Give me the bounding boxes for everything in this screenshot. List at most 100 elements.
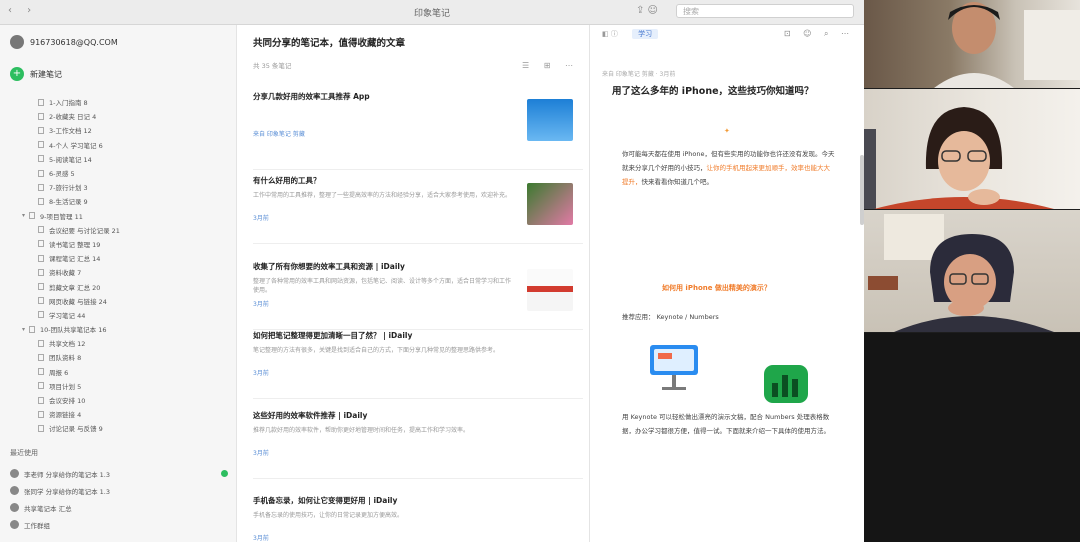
sidebar-notebook-item[interactable]: 讨论记录 与反馈 9: [0, 421, 236, 435]
recent-item[interactable]: 张同学 分享给你的笔记本 1.3: [10, 482, 234, 499]
note-card-meta: 3月前: [253, 370, 269, 377]
note-thumbnail: [527, 183, 573, 225]
view-options-icon[interactable]: ☰ ⊞ ⋯: [522, 61, 579, 70]
note-source: 推荐应用： Keynote / Numbers: [622, 313, 719, 321]
note-card-meta: 3月前: [253, 450, 269, 457]
notebook-label: 5-阅读笔记 14: [49, 155, 92, 164]
notebook-icon: [38, 339, 44, 347]
note-card[interactable]: 如何把笔记整理得更加清晰一目了然？ | iDaily 笔记整理的方法有很多，关键是…: [253, 330, 583, 399]
notebook-label: 4-个人 学习笔记 6: [49, 141, 103, 150]
sidebar-notebook-item[interactable]: 8-生活记录 9: [0, 194, 236, 208]
note-title[interactable]: 用了这么多年的 iPhone，这些技巧你知道吗？: [612, 83, 838, 100]
notebook-label: 10-团队共享笔记本 16: [40, 326, 107, 335]
notebook-icon: [38, 155, 44, 163]
notebook-label: 9-项目管理 11: [40, 212, 83, 221]
recent-label: 李老师 分享给你的笔记本 1.3: [24, 470, 110, 479]
sidebar-notebook-item[interactable]: 周报 6: [0, 365, 236, 379]
note-card[interactable]: 收集了所有你想要的效率工具和资源 | iDaily 整理了各种常用的效率工具和网站…: [253, 261, 583, 330]
note-card[interactable]: 手机备忘录，如何让它变得更好用 | iDaily 手机备忘录的使用技巧，让你的日常…: [253, 495, 583, 542]
sidebar-notebook-item[interactable]: 项目计划 5: [0, 379, 236, 393]
note-paragraph-2[interactable]: 用 Keynote 可以轻松做出漂亮的演示文稿，配合 Numbers 处理表格数…: [622, 410, 836, 438]
note-card-snippet: 手机备忘录的使用技巧，让你的日常记录更加方便高效。: [253, 512, 404, 519]
note-paragraph[interactable]: 你可能每天都在使用 iPhone，但有些实用的功能你也许还没有发现。今天就来分享…: [622, 147, 836, 189]
notebook-icon: [38, 226, 44, 234]
note-card-title: 如何把笔记整理得更加清晰一目了然？ | iDaily: [253, 331, 413, 340]
note-list-title: 共同分享的笔记本，值得收藏的文章: [253, 38, 406, 49]
notebook-icon: [38, 297, 44, 305]
note-thumbnail: [527, 99, 573, 141]
video-tile-participant-2: [864, 89, 1080, 209]
recent-item[interactable]: 共享笔记本 汇总: [10, 499, 234, 516]
notebook-label: 8-生活记录 9: [49, 198, 88, 207]
star-icon: ✦: [724, 127, 730, 135]
note-thumbnail: [527, 269, 573, 311]
notebook-label: 剪藏文章 汇总 20: [49, 283, 101, 292]
recent-label: 张同学 分享给你的笔记本 1.3: [24, 487, 110, 496]
sidebar-notebook-item[interactable]: 5-阅读笔记 14: [0, 152, 236, 166]
note-card[interactable]: 分享几款好用的效率工具推荐 App 来自 印象笔记 剪藏: [253, 91, 583, 170]
notebook-selector[interactable]: 学习: [632, 29, 659, 39]
note-card-title: 手机备忘录，如何让它变得更好用 | iDaily: [253, 496, 398, 505]
notebook-icon: [38, 98, 44, 106]
sidebar-notebook-item[interactable]: 4-个人 学习笔记 6: [0, 138, 236, 152]
note-link[interactable]: 如何用 iPhone 做出精美的演示？: [662, 283, 771, 293]
para-text-end: 快来看看你知道几个吧。: [641, 178, 714, 186]
notebook-label: 讨论记录 与反馈 9: [49, 425, 103, 434]
sidebar-notebook-item[interactable]: 6-灵感 5: [0, 166, 236, 180]
new-note-button[interactable]: + 新建笔记: [10, 67, 62, 81]
expand-arrow-icon[interactable]: ▾: [22, 212, 25, 219]
title-bar: ‹ › 印象笔记 ⇪ ☺ 搜索: [0, 0, 864, 25]
sidebar-notebook-item[interactable]: 共享文档 12: [0, 336, 236, 350]
sidebar-notebook-item[interactable]: ▾ 10-团队共享笔记本 16: [0, 322, 236, 336]
notebook-label: 项目计划 5: [49, 382, 82, 391]
note-card[interactable]: 有什么好用的工具？ 工作中常用的工具推荐，整理了一些提高效率的方法和经验分享，适合…: [253, 175, 583, 244]
note-count: 共 35 条笔记: [253, 62, 292, 70]
user-avatar-icon: [10, 486, 19, 495]
online-status-icon: [221, 470, 228, 477]
notebook-icon: [38, 169, 44, 177]
video-tile-participant-3: [864, 210, 1080, 332]
notebook-icon[interactable]: ◧ ⓘ: [602, 30, 618, 38]
sidebar-notebook-item[interactable]: 学习笔记 44: [0, 308, 236, 322]
note-card-snippet: 推荐几款好用的效率软件，帮助你更好地管理时间和任务，提高工作和学习效率。: [253, 427, 470, 434]
search-input[interactable]: 搜索: [676, 4, 854, 18]
recent-item[interactable]: 李老师 分享给你的笔记本 1.3: [10, 465, 234, 482]
note-meta: 来自 印象笔记 剪藏 · 3月前: [602, 71, 676, 78]
sidebar-notebook-item[interactable]: 资源链接 4: [0, 407, 236, 421]
sidebar-notebook-item[interactable]: 课程笔记 汇总 14: [0, 251, 236, 265]
recent-list: 李老师 分享给你的笔记本 1.3 张同学 分享给你的笔记本 1.3 共享笔记本 汇总…: [10, 465, 234, 533]
sidebar-notebook-item[interactable]: 3-工作文档 12: [0, 123, 236, 137]
participant-1-image: [934, 2, 1080, 88]
editor-actions-icon[interactable]: ⊡ ☺ ⌕ ⋯: [784, 29, 854, 39]
notebook-icon: [38, 283, 44, 291]
sidebar-notebook-item[interactable]: ▾ 9-项目管理 11: [0, 209, 236, 223]
note-card-snippet: 整理了各种常用的效率工具和网站资源，包括笔记、阅读、设计等多个方面，适合日常学习…: [253, 278, 512, 294]
recent-item[interactable]: 工作群组: [10, 516, 234, 533]
share-icon[interactable]: ⇪ ☺: [636, 5, 658, 16]
video-tile-participant-1: [864, 0, 1080, 88]
numbers-icon: [764, 365, 808, 403]
expand-arrow-icon[interactable]: ▾: [22, 326, 25, 333]
notebook-label: 2-收藏夹 日记 4: [49, 113, 97, 122]
notebook-icon: [38, 141, 44, 149]
user-avatar-icon: [10, 503, 19, 512]
notebook-icon: [29, 325, 36, 333]
participant-3-image: [868, 214, 1054, 332]
sidebar-notebook-item[interactable]: 7-旅行计划 3: [0, 180, 236, 194]
sidebar-notebook-item[interactable]: 资料收藏 7: [0, 265, 236, 279]
sidebar-notebook-item[interactable]: 剪藏文章 汇总 20: [0, 279, 236, 293]
note-card-title: 分享几款好用的效率工具推荐 App: [253, 92, 370, 101]
app-window: ‹ › 印象笔记 ⇪ ☺ 搜索 916730618@QQ.COM + 新建笔记 …: [0, 0, 864, 542]
notebook-label: 1-入门指南 8: [49, 99, 88, 108]
sidebar-notebook-item[interactable]: 网页收藏 与链接 24: [0, 294, 236, 308]
note-card-snippet: 笔记整理的方法有很多，关键是找到适合自己的方式，下面分享几种常见的整理思路供参考…: [253, 347, 500, 354]
sidebar-notebook-item[interactable]: 2-收藏夹 日记 4: [0, 109, 236, 123]
sidebar-notebook-item[interactable]: 团队资料 8: [0, 350, 236, 364]
sidebar-notebook-item[interactable]: 1-入门指南 8: [0, 95, 236, 109]
notebook-icon: [38, 410, 44, 418]
note-card[interactable]: 这些好用的效率软件推荐 | iDaily 推荐几款好用的效率软件，帮助你更好地管理…: [253, 410, 583, 479]
sidebar-notebook-item[interactable]: 会议纪要 与讨论记录 21: [0, 223, 236, 237]
sidebar-notebook-item[interactable]: 会议安排 10: [0, 393, 236, 407]
account[interactable]: 916730618@QQ.COM: [10, 35, 118, 49]
sidebar-notebook-item[interactable]: 读书笔记 整理 19: [0, 237, 236, 251]
